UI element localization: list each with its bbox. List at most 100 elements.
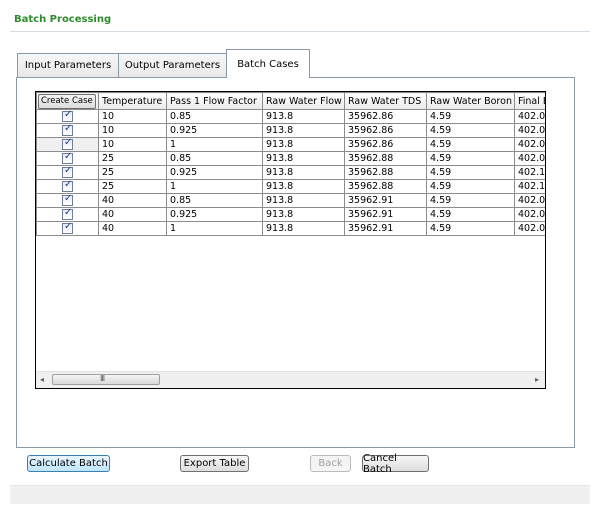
calculate-batch-button[interactable]: Calculate Batch (27, 455, 110, 472)
cell-raw-water-tds[interactable]: 35962.86 (344, 123, 427, 138)
column-header-raw-water-boron[interactable]: Raw Water Boron (426, 92, 515, 110)
cell-final-boron[interactable]: 402.07 (514, 123, 545, 138)
scroll-left-arrow-icon[interactable]: ◂ (40, 375, 44, 384)
window-title: Batch Processing (14, 14, 112, 25)
cell-temperature[interactable]: 10 (98, 123, 167, 138)
cell-pass1-flow-factor[interactable]: 0.925 (166, 165, 263, 180)
cell-final-boron[interactable]: 402.07 (514, 137, 545, 152)
cell-raw-water-tds[interactable]: 35962.91 (344, 221, 427, 236)
row-select-cell[interactable]: ✓ (36, 193, 99, 208)
table-row[interactable]: ✓ 400.925913.835962.914.59402.07 (36, 207, 545, 222)
table-row[interactable]: ✓ 250.925913.835962.884.59402.15 (36, 165, 545, 180)
horizontal-scrollbar[interactable]: ◂ III ▸ (36, 371, 545, 388)
cell-final-boron[interactable]: 402.07 (514, 109, 545, 124)
column-header-raw-water-flow[interactable]: Raw Water Flow (262, 92, 345, 110)
cell-raw-water-tds[interactable]: 35962.88 (344, 165, 427, 180)
row-select-cell[interactable]: ✓ (36, 109, 99, 124)
tab-batch-cases[interactable]: Batch Cases (226, 49, 310, 78)
cell-final-boron[interactable]: 402.07 (514, 151, 545, 166)
cell-raw-water-tds[interactable]: 35962.86 (344, 109, 427, 124)
cell-final-boron[interactable]: 402.07 (514, 193, 545, 208)
cell-raw-water-flow[interactable]: 913.8 (262, 221, 345, 236)
row-select-cell[interactable]: ✓ (36, 207, 99, 222)
cell-final-boron[interactable]: 402.1 (514, 179, 545, 194)
cell-pass1-flow-factor[interactable]: 0.925 (166, 123, 263, 138)
table-row[interactable]: ✓ 100.925913.835962.864.59402.07 (36, 123, 545, 138)
cell-temperature[interactable]: 25 (98, 179, 167, 194)
row-checkbox[interactable]: ✓ (62, 139, 73, 150)
cell-pass1-flow-factor[interactable]: 0.925 (166, 207, 263, 222)
cell-final-boron[interactable]: 402.15 (514, 165, 545, 180)
row-select-cell[interactable]: ✓ (36, 179, 99, 194)
cell-raw-water-boron[interactable]: 4.59 (426, 137, 515, 152)
cell-raw-water-boron[interactable]: 4.59 (426, 193, 515, 208)
cell-raw-water-flow[interactable]: 913.8 (262, 109, 345, 124)
cell-raw-water-boron[interactable]: 4.59 (426, 151, 515, 166)
cell-final-boron[interactable]: 402.07 (514, 207, 545, 222)
cell-raw-water-boron[interactable]: 4.59 (426, 109, 515, 124)
checkmark-icon: ✓ (64, 165, 73, 177)
cell-raw-water-boron[interactable]: 4.59 (426, 123, 515, 138)
table-row[interactable]: ✓ 401913.835962.914.59402.07 (36, 221, 545, 236)
cell-temperature[interactable]: 25 (98, 151, 167, 166)
cell-raw-water-tds[interactable]: 35962.88 (344, 179, 427, 194)
cell-temperature[interactable]: 25 (98, 165, 167, 180)
cell-pass1-flow-factor[interactable]: 1 (166, 221, 263, 236)
row-checkbox[interactable]: ✓ (62, 125, 73, 136)
cell-temperature[interactable]: 10 (98, 137, 167, 152)
cell-pass1-flow-factor[interactable]: 1 (166, 137, 263, 152)
cell-raw-water-flow[interactable]: 913.8 (262, 179, 345, 194)
table-row[interactable]: ✓ 101913.835962.864.59402.07 (36, 137, 545, 152)
column-header-final-boron[interactable]: Final Boron (514, 92, 545, 110)
cell-raw-water-tds[interactable]: 35962.91 (344, 207, 427, 222)
cell-raw-water-flow[interactable]: 913.8 (262, 193, 345, 208)
cell-raw-water-boron[interactable]: 4.59 (426, 221, 515, 236)
table-row[interactable]: ✓ 25 1 913.8 35962.88 4.59 402.1 (36, 179, 545, 194)
cell-raw-water-flow[interactable]: 913.8 (262, 207, 345, 222)
cell-final-boron[interactable]: 402.07 (514, 221, 545, 236)
cell-raw-water-flow[interactable]: 913.8 (262, 137, 345, 152)
cell-pass1-flow-factor[interactable]: 0.85 (166, 109, 263, 124)
row-checkbox[interactable]: ✓ (62, 223, 73, 234)
scroll-right-arrow-icon[interactable]: ▸ (535, 375, 539, 384)
cell-raw-water-boron[interactable]: 4.59 (426, 179, 515, 194)
cell-raw-water-tds[interactable]: 35962.88 (344, 151, 427, 166)
row-select-cell[interactable]: ✓ (36, 221, 99, 236)
cell-temperature[interactable]: 10 (98, 109, 167, 124)
tab-output-parameters[interactable]: Output Parameters (118, 53, 227, 77)
cell-raw-water-tds[interactable]: 35962.91 (344, 193, 427, 208)
cell-temperature[interactable]: 40 (98, 193, 167, 208)
cell-raw-water-boron[interactable]: 4.59 (426, 207, 515, 222)
row-checkbox[interactable]: ✓ (62, 111, 73, 122)
cell-raw-water-flow[interactable]: 913.8 (262, 151, 345, 166)
tab-input-parameters[interactable]: Input Parameters (17, 53, 119, 77)
cell-temperature[interactable]: 40 (98, 221, 167, 236)
table-row[interactable]: ✓ 250.85913.835962.884.59402.07 (36, 151, 545, 166)
table-row[interactable]: ✓ 400.85913.835962.914.59402.07 (36, 193, 545, 208)
column-header-pass1-flow-factor[interactable]: Pass 1 Flow Factor (166, 92, 263, 110)
cell-raw-water-flow[interactable]: 913.8 (262, 123, 345, 138)
row-checkbox[interactable]: ✓ (62, 181, 73, 192)
row-checkbox[interactable]: ✓ (62, 209, 73, 220)
column-header-raw-water-tds[interactable]: Raw Water TDS (344, 92, 427, 110)
row-select-cell[interactable]: ✓ (36, 165, 99, 180)
row-checkbox[interactable]: ✓ (62, 153, 73, 164)
column-header-temperature[interactable]: Temperature (98, 92, 167, 110)
cell-pass1-flow-factor[interactable]: 1 (166, 179, 263, 194)
cell-raw-water-boron[interactable]: 4.59 (426, 165, 515, 180)
table-row[interactable]: ✓ 100.85913.835962.864.59402.07 (36, 109, 545, 124)
cell-pass1-flow-factor[interactable]: 0.85 (166, 151, 263, 166)
row-select-cell[interactable]: ✓ (36, 151, 99, 166)
create-case-button[interactable]: Create Case (38, 93, 96, 109)
row-select-cell[interactable]: ✓ (36, 123, 99, 138)
cancel-batch-button[interactable]: Cancel Batch (362, 453, 429, 475)
row-select-cell[interactable]: ✓ (36, 137, 99, 152)
cell-raw-water-flow[interactable]: 913.8 (262, 165, 345, 180)
row-checkbox[interactable]: ✓ (62, 167, 73, 178)
export-table-button[interactable]: Export Table (180, 455, 249, 472)
cell-temperature[interactable]: 40 (98, 207, 167, 222)
cell-pass1-flow-factor[interactable]: 0.85 (166, 193, 263, 208)
scrollbar-thumb[interactable]: III (52, 374, 160, 385)
row-checkbox[interactable]: ✓ (62, 195, 73, 206)
cell-raw-water-tds[interactable]: 35962.86 (344, 137, 427, 152)
